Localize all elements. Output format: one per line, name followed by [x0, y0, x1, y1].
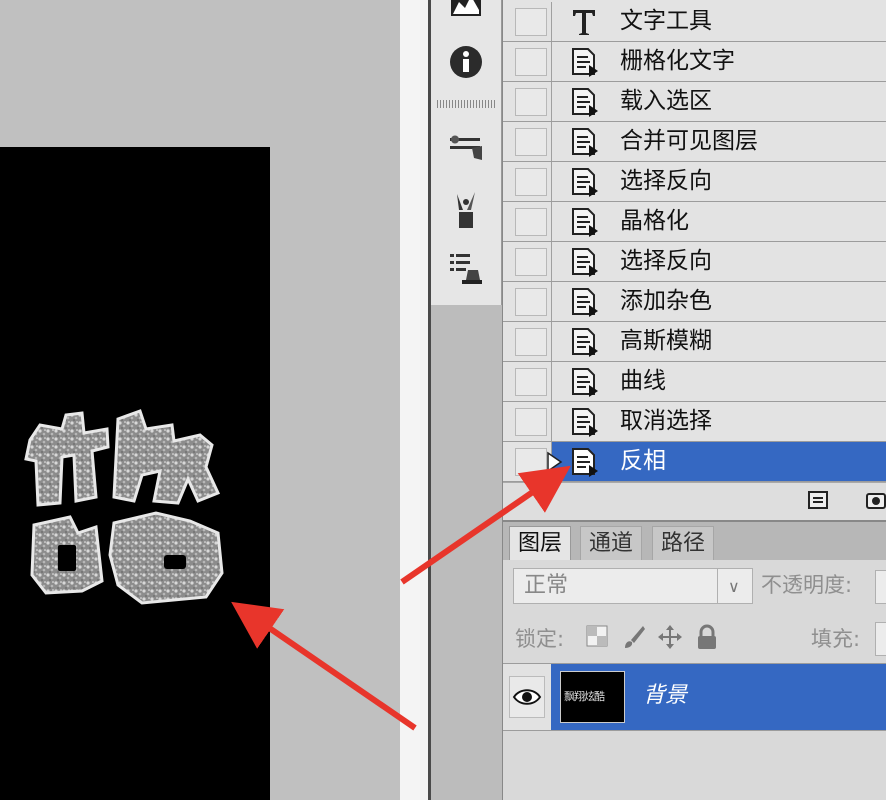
panel-icon-strip [431, 0, 502, 305]
history-item[interactable]: 添加杂色 [503, 282, 886, 322]
snapshot-source-checkbox[interactable] [515, 168, 547, 196]
history-item-label: 文字工具 [620, 8, 712, 34]
tab-channels[interactable]: 通道 [580, 526, 643, 560]
layers-panel: 图层 通道 路径 正常 ∨ 不透明度: 锁定: 填充: 飘翔炫酷 背景 [502, 520, 886, 800]
new-document-from-state-icon[interactable] [807, 489, 829, 515]
row-divider [551, 282, 552, 321]
history-item[interactable]: 曲线 [503, 362, 886, 402]
history-state-icon [569, 407, 599, 437]
history-item-label: 合并可见图层 [620, 128, 758, 154]
strip-empty-area [431, 305, 502, 800]
row-divider [551, 42, 552, 81]
snapshot-source-checkbox[interactable] [515, 248, 547, 276]
snapshot-source-checkbox[interactable] [515, 288, 547, 316]
history-state-icon [569, 447, 599, 477]
thumbnail-text: 飘翔炫酷 [564, 690, 605, 703]
history-item-label: 晶格化 [620, 208, 689, 234]
blend-mode-select[interactable]: 正常 ∨ [513, 568, 753, 604]
snapshot-source-checkbox[interactable] [515, 88, 547, 116]
history-item[interactable]: 选择反向 [503, 242, 886, 282]
history-state-icon [569, 87, 599, 117]
row-divider [551, 402, 552, 441]
history-item-label: 载入选区 [620, 88, 712, 114]
new-snapshot-icon[interactable] [865, 489, 886, 515]
history-item[interactable]: 文字工具 [503, 2, 886, 42]
tool-presets-icon[interactable] [443, 248, 489, 288]
history-state-icon [569, 47, 599, 77]
type-tool-icon [569, 7, 599, 37]
history-item-label: 选择反向 [620, 248, 712, 274]
history-item[interactable]: 载入选区 [503, 82, 886, 122]
histogram-icon[interactable] [443, 0, 489, 26]
history-item-label: 取消选择 [620, 408, 712, 434]
snapshot-source-checkbox[interactable] [515, 128, 547, 156]
blend-mode-value: 正常 [524, 573, 569, 598]
history-item-label: 曲线 [620, 368, 666, 394]
eye-icon [512, 689, 542, 705]
history-selection-highlight [552, 442, 886, 481]
layer-name[interactable]: 背景 [643, 680, 687, 712]
snapshot-source-checkbox[interactable] [515, 408, 547, 436]
snapshot-source-checkbox[interactable] [515, 448, 547, 476]
row-divider [551, 122, 552, 161]
history-item[interactable]: 反相 [503, 442, 886, 482]
history-state-icon [569, 127, 599, 157]
row-divider [551, 82, 552, 121]
history-state-icon [569, 287, 599, 317]
tab-layers[interactable]: 图层 [509, 526, 572, 560]
history-item[interactable]: 取消选择 [503, 402, 886, 442]
history-item[interactable]: 晶格化 [503, 202, 886, 242]
layer-row-background[interactable]: 飘翔炫酷 背景 [503, 663, 886, 731]
history-item-label: 添加杂色 [620, 288, 712, 314]
history-state-icon [569, 207, 599, 237]
history-state-icon [569, 167, 599, 197]
window-gap [400, 0, 430, 800]
history-state-icon [569, 327, 599, 357]
history-item[interactable]: 高斯模糊 [503, 322, 886, 362]
history-item[interactable]: 合并可见图层 [503, 122, 886, 162]
lock-transparent-icon[interactable] [585, 624, 609, 648]
history-state-icon [569, 247, 599, 277]
lock-position-icon[interactable] [657, 624, 683, 650]
lock-label: 锁定: [515, 627, 565, 651]
snapshot-source-checkbox[interactable] [515, 368, 547, 396]
clone-source-icon[interactable] [443, 190, 489, 230]
row-divider [551, 322, 552, 361]
snapshot-source-checkbox[interactable] [515, 48, 547, 76]
lock-all-icon[interactable] [695, 624, 719, 650]
fill-label: 填充: [811, 627, 861, 651]
snapshot-source-checkbox[interactable] [515, 8, 547, 36]
visibility-toggle[interactable] [509, 676, 545, 718]
row-divider [551, 242, 552, 281]
brush-presets-icon[interactable] [443, 128, 489, 168]
layers-panel-tabs: 图层 通道 路径 [503, 520, 886, 560]
strip-grip[interactable] [437, 100, 495, 108]
snapshot-source-checkbox[interactable] [515, 328, 547, 356]
opacity-field[interactable] [875, 570, 886, 604]
history-item-label: 高斯模糊 [620, 328, 712, 354]
layer-thumbnail: 飘翔炫酷 [560, 671, 625, 723]
row-divider [551, 362, 552, 401]
history-item[interactable]: 栅格化文字 [503, 42, 886, 82]
opacity-label: 不透明度: [761, 573, 853, 597]
history-panel: 文字工具 栅格化文字 载入选区 合并可见图层 选择反向 晶格化 选择反向 添加杂色 高斯模糊 曲线… [502, 0, 886, 521]
row-divider [551, 202, 552, 241]
lock-pixels-icon[interactable] [621, 624, 647, 650]
fill-field[interactable] [875, 622, 886, 656]
history-state-icon [569, 367, 599, 397]
info-icon[interactable] [443, 42, 489, 82]
history-item[interactable]: 选择反向 [503, 162, 886, 202]
row-divider [551, 162, 552, 201]
history-item-label: 反相 [620, 448, 666, 474]
history-footer [503, 482, 886, 521]
chevron-down-icon: ∨ [728, 577, 740, 596]
textured-text-artwork [24, 409, 224, 605]
history-state-slider-icon[interactable] [547, 451, 563, 477]
row-divider [551, 2, 552, 41]
tab-paths[interactable]: 路径 [652, 526, 715, 560]
snapshot-source-checkbox[interactable] [515, 208, 547, 236]
history-item-label: 栅格化文字 [620, 48, 735, 74]
dropdown-divider [717, 569, 718, 603]
history-item-label: 选择反向 [620, 168, 712, 194]
